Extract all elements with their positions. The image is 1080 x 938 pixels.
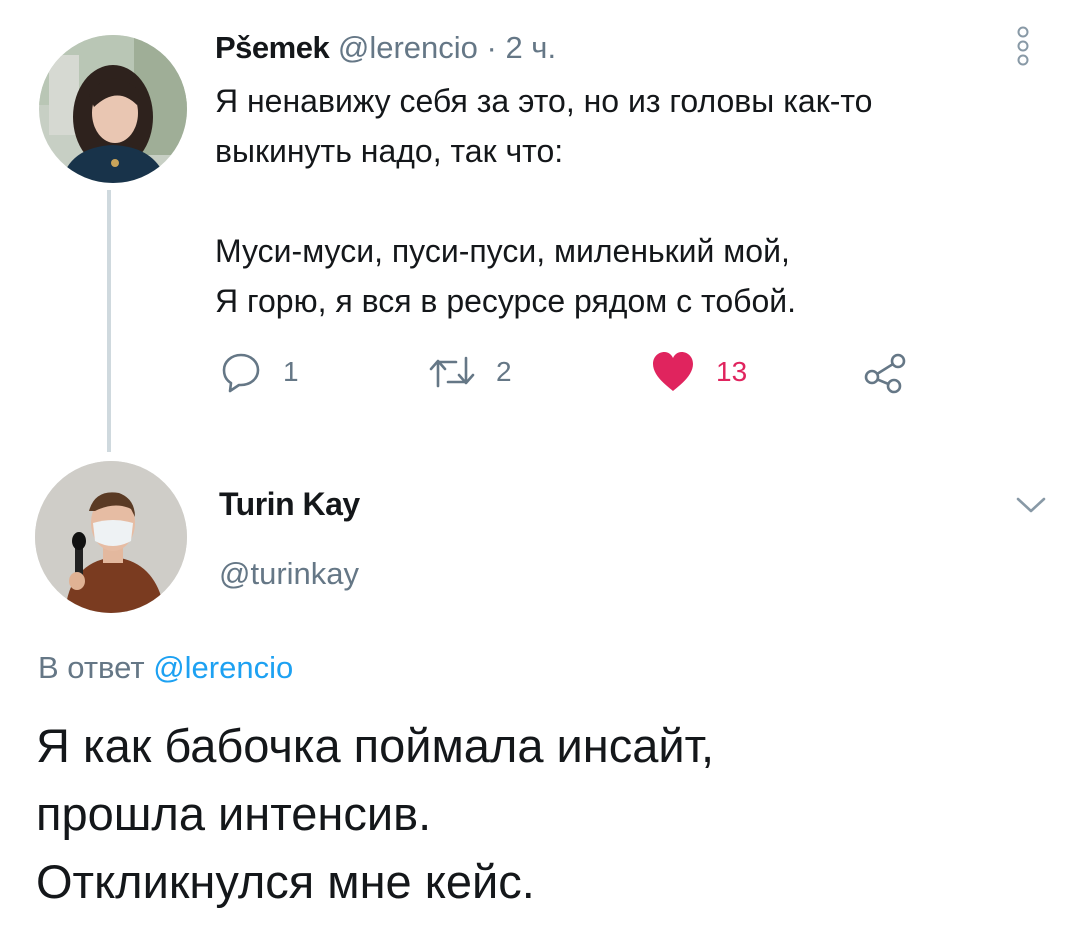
- author-handle[interactable]: @lerencio: [338, 30, 478, 65]
- chevron-down-icon[interactable]: [1015, 495, 1047, 515]
- avatar-photo: [39, 35, 187, 183]
- author-avatar[interactable]: [39, 35, 187, 183]
- tweet-text-line: Я горю, я вся в ресурсе рядом с тобой.: [215, 283, 797, 319]
- tweet-text-line: Муси-муси, пуси-пуси, миленький мой,: [215, 233, 790, 269]
- reply-mention-link[interactable]: @lerencio: [153, 650, 293, 685]
- reply-author-name[interactable]: Turin Kay: [219, 486, 360, 523]
- retweet-button[interactable]: 2: [428, 348, 512, 396]
- heart-filled-icon: [653, 352, 693, 391]
- tweet-text-line: Я как бабочка поймала инсайт,: [36, 719, 715, 772]
- reply-count: 1: [283, 356, 299, 387]
- tweet-text-line: Я ненавижу себя за это, но из головы как…: [215, 83, 873, 119]
- retweet-count: 2: [496, 356, 512, 387]
- like-button[interactable]: 13: [650, 348, 747, 396]
- vertical-ellipsis-icon[interactable]: [1013, 24, 1033, 68]
- avatar-photo: [35, 461, 187, 613]
- header-separator: ·: [486, 30, 497, 65]
- author-name[interactable]: Pšemek: [215, 30, 330, 65]
- tweet-body: Я ненавижу себя за это, но из головы как…: [215, 76, 1035, 326]
- tweet-text-line: выкинуть надо, так что:: [215, 133, 564, 169]
- tweet-text-line: прошла интенсив.: [36, 787, 432, 840]
- reply-context: В ответ @lerencio: [38, 650, 293, 686]
- reply-tweet-body: Я как бабочка поймала инсайт, прошла инт…: [36, 712, 1056, 916]
- tweet-timestamp[interactable]: 2 ч.: [505, 30, 556, 65]
- retweet-icon: [429, 356, 475, 388]
- tweet-text-blank-line: [215, 176, 1035, 226]
- thread-connector-line: [107, 190, 111, 452]
- like-count: 13: [716, 356, 748, 387]
- tweet-text-line: Откликнулся мне кейс.: [36, 855, 535, 908]
- share-icon: [864, 353, 906, 394]
- share-button[interactable]: [862, 348, 910, 396]
- tweet-header: Pšemek @lerencio · 2 ч.: [215, 30, 556, 66]
- reply-author-avatar[interactable]: [35, 461, 187, 613]
- reply-author-handle[interactable]: @turinkay: [219, 556, 359, 592]
- reply-prefix: В ответ: [38, 650, 145, 685]
- reply-button[interactable]: 1: [219, 348, 299, 396]
- reply-bubble-icon: [222, 353, 260, 393]
